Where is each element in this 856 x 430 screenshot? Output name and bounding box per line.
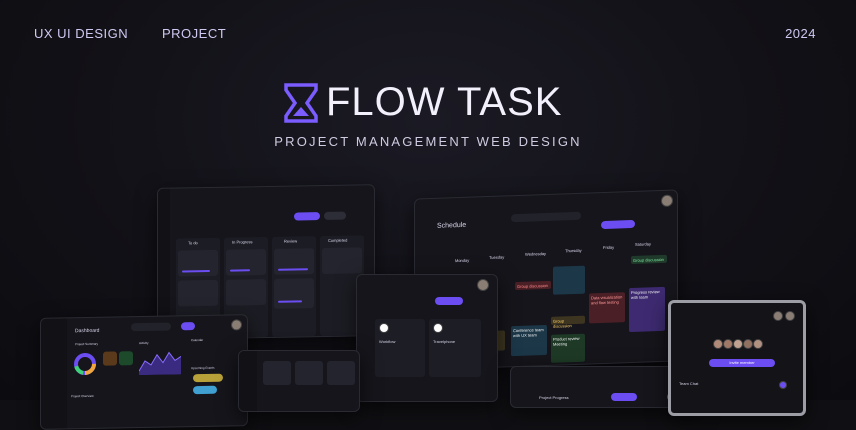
- hourglass-icon: [284, 82, 318, 123]
- event-block[interactable]: Data visualization and flow testing: [589, 292, 625, 324]
- event-block[interactable]: Conference team with UX team: [511, 324, 547, 357]
- task-card[interactable]: [226, 249, 266, 276]
- event-chip[interactable]: [193, 385, 217, 395]
- project-card-title: Travelphone: [433, 339, 456, 344]
- tasks-screen: [238, 350, 360, 412]
- task-card[interactable]: [322, 247, 362, 275]
- search-input[interactable]: [131, 322, 171, 332]
- event-block[interactable]: Progress review with team: [629, 286, 665, 333]
- project-summary-label: Project Summary: [75, 341, 99, 347]
- task-card[interactable]: [274, 248, 314, 275]
- dashboard-add-button[interactable]: [181, 322, 195, 331]
- day-label: Saturday: [635, 241, 652, 247]
- task-progress: [278, 300, 302, 303]
- event-block[interactable]: Group discussion: [515, 280, 551, 291]
- schedule-new-event-button[interactable]: [601, 219, 635, 230]
- event-block[interactable]: Group discussion: [631, 254, 667, 265]
- avatar[interactable]: [733, 339, 743, 349]
- avatar[interactable]: [713, 339, 723, 349]
- invite-member-button[interactable]: Invite member: [709, 359, 775, 367]
- dashboard-screen: Dashboard Project Summary Activity Calen…: [40, 314, 248, 430]
- brand-logo: FLOW TASK: [284, 80, 562, 125]
- activity-chart: [139, 351, 181, 376]
- day-label: Thursday: [565, 247, 582, 254]
- header-category: UX UI DESIGN: [34, 26, 129, 41]
- upcoming-events-label: Upcoming Events: [191, 365, 215, 371]
- task-card[interactable]: [327, 361, 355, 385]
- kanban-column-label: In Progress: [232, 239, 253, 245]
- calendar-label: Calendar: [191, 337, 204, 343]
- task-card[interactable]: [178, 249, 218, 277]
- project-progress-label: Project Progress: [539, 395, 569, 400]
- avatar[interactable]: [661, 194, 673, 207]
- projects-add-button[interactable]: [435, 297, 463, 305]
- kanban-filter-button[interactable]: [324, 211, 346, 220]
- search-input[interactable]: [511, 211, 581, 223]
- header-year: 2024: [785, 26, 816, 41]
- stat-card: [103, 351, 117, 366]
- event-block[interactable]: Product review Meeting: [551, 333, 585, 363]
- event-block[interactable]: [553, 265, 585, 295]
- event-chip[interactable]: [193, 373, 223, 383]
- chat-screen: Invite member Team Chat: [668, 300, 806, 416]
- chat-status-icon: [779, 381, 787, 389]
- kanban-column-label: Completed: [328, 237, 348, 243]
- project-logo-icon: [379, 323, 389, 333]
- day-label: Friday: [603, 244, 615, 251]
- project-overview-label: Project Overview: [71, 393, 94, 399]
- brand-name: FLOW TASK: [326, 80, 563, 124]
- kanban-column-label: To do: [188, 240, 198, 246]
- tasks-sidebar: [239, 351, 257, 411]
- avatar[interactable]: [773, 311, 783, 321]
- task-card[interactable]: [178, 279, 218, 307]
- header-project: PROJECT: [162, 26, 227, 41]
- team-chat-label: Team Chat: [679, 381, 699, 386]
- stat-card: [119, 351, 133, 366]
- day-label: Monday: [455, 257, 470, 264]
- dashboard-sidebar: [41, 318, 67, 429]
- task-card[interactable]: [263, 361, 291, 385]
- task-card[interactable]: [226, 279, 266, 306]
- task-card[interactable]: [274, 278, 314, 309]
- event-block[interactable]: Group discussion: [551, 315, 585, 329]
- avatar[interactable]: [743, 339, 753, 349]
- dashboard-title: Dashboard: [75, 327, 100, 335]
- kanban-column-label: Review: [284, 238, 298, 244]
- day-label: Tuesday: [489, 254, 505, 260]
- project-logo-icon: [433, 323, 443, 333]
- kanban-add-button[interactable]: [294, 212, 320, 221]
- avatar[interactable]: [477, 279, 489, 291]
- projects-screen: Workflow Travelphone: [356, 274, 498, 402]
- schedule-title: Schedule: [437, 221, 467, 230]
- avatar[interactable]: [785, 311, 795, 321]
- activity-label: Activity: [139, 340, 149, 346]
- task-card[interactable]: [295, 361, 323, 385]
- project-card-title: Workflow: [379, 339, 396, 344]
- avatar[interactable]: [231, 319, 242, 331]
- avatar[interactable]: [723, 339, 733, 349]
- brand-tagline: PROJECT MANAGEMENT WEB DESIGN: [274, 134, 582, 149]
- task-progress: [230, 269, 250, 272]
- day-label: Wednesday: [525, 250, 547, 257]
- project-summary-donut: [74, 353, 96, 376]
- avatar[interactable]: [753, 339, 763, 349]
